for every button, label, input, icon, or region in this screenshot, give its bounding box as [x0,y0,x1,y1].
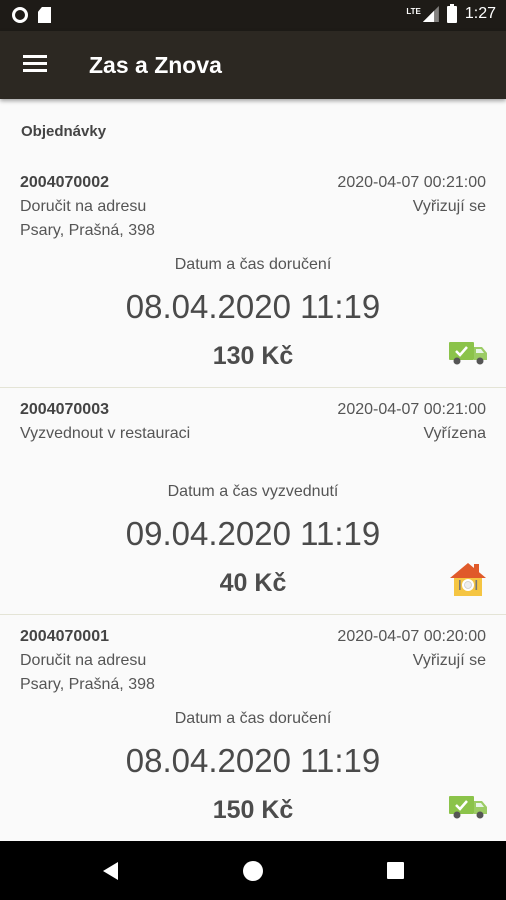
notification-icon [12,7,28,23]
order-price: 130 Kč [212,342,294,370]
navigation-bar [0,841,506,900]
delivery-truck-icon [449,342,487,365]
order-card[interactable]: 2004070001 2020-04-07 00:20:00 Doručit n… [0,615,506,841]
order-method: Doručit na adresu [20,652,147,669]
order-price: 40 Kč [219,569,287,597]
order-status: Vyřízena [423,425,486,442]
back-icon[interactable] [103,862,118,880]
order-status: Vyřizují se [412,652,486,669]
order-datetime: 08.04.2020 11:19 [125,742,381,779]
order-created: 2020-04-07 00:21:00 [337,401,486,418]
order-datetime: 09.04.2020 11:19 [125,515,381,552]
section-title: Objednávky [21,123,107,140]
signal-icon [423,6,439,22]
order-id: 2004070002 [20,174,109,191]
order-method: Doručit na adresu [20,198,147,215]
order-status: Vyřizují se [412,198,486,215]
order-id: 2004070003 [20,401,109,418]
order-datetime: 08.04.2020 11:19 [125,288,381,325]
app-bar: Zas a Znova [0,31,506,99]
network-type: LTE [406,6,421,16]
order-address: Psary, Prašná, 398 [20,222,155,239]
order-created: 2020-04-07 00:21:00 [337,174,486,191]
order-address: Psary, Prašná, 398 [20,676,155,693]
status-bar: LTE 1:27 [0,0,506,31]
status-time: 1:27 [464,5,496,22]
delivery-truck-icon [449,796,487,819]
restaurant-house-icon [450,563,486,596]
order-card[interactable]: 2004070003 2020-04-07 00:21:00 Vyzvednou… [0,388,506,615]
home-icon[interactable] [243,861,263,881]
order-method: Vyzvednout v restauraci [20,425,191,442]
time-label: Datum a čas doručení [174,256,332,273]
order-price: 150 Kč [212,796,294,824]
time-label: Datum a čas vyzvednutí [167,483,339,500]
orders-list[interactable]: Objednávky 2004070002 2020-04-07 00:21:0… [0,99,506,841]
app-title: Zas a Znova [89,52,222,78]
menu-icon[interactable] [23,55,47,73]
order-card[interactable]: 2004070002 2020-04-07 00:21:00 Doručit n… [0,161,506,388]
order-created: 2020-04-07 00:20:00 [337,628,486,645]
sd-card-icon [38,7,51,23]
recent-apps-icon[interactable] [387,862,404,879]
battery-icon [446,3,457,23]
time-label: Datum a čas doručení [174,710,332,727]
order-id: 2004070001 [20,628,109,645]
